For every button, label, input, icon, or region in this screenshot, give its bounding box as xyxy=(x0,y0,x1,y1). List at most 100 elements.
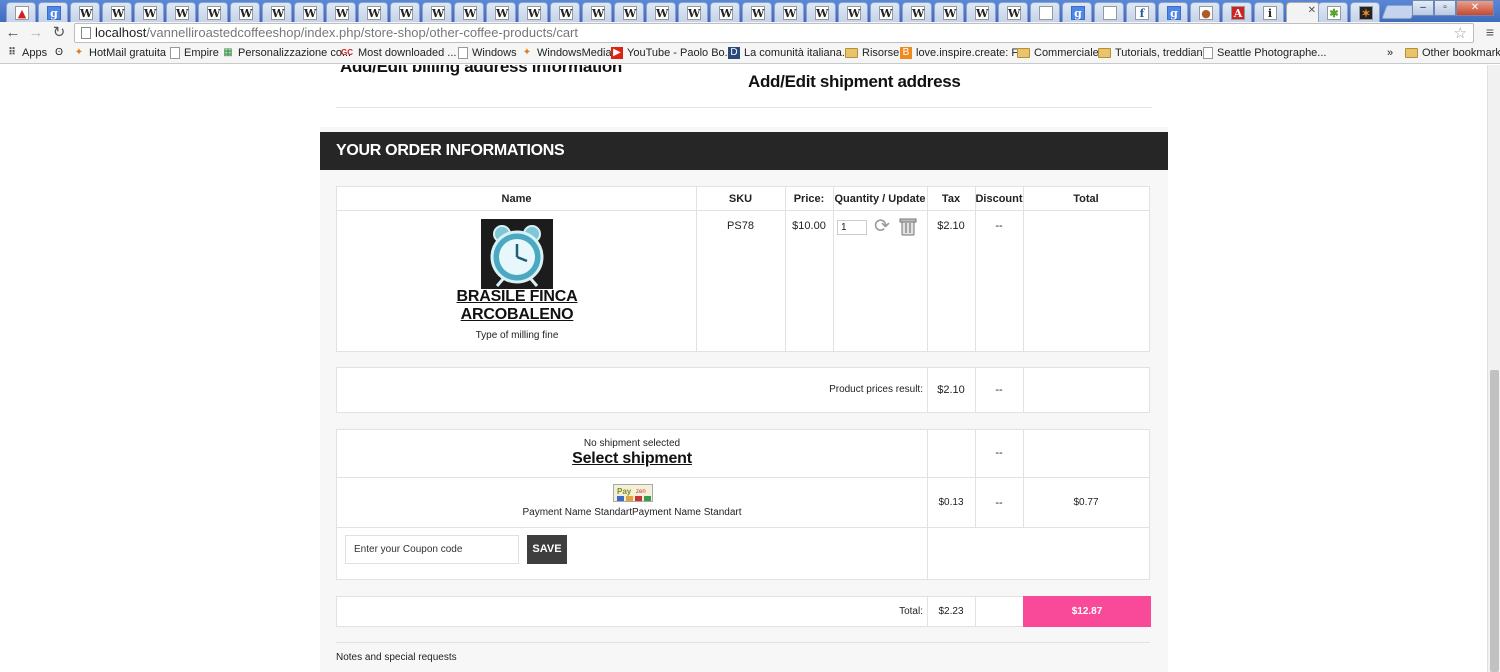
browser-tab[interactable]: W xyxy=(678,2,708,22)
bookmark-item[interactable]: ⠿ Apps xyxy=(6,47,47,59)
G-favicon-icon: g xyxy=(1071,6,1085,20)
browser-tab[interactable]: ● xyxy=(1190,2,1220,22)
bookmark-label: Tutorials, treddiani xyxy=(1115,47,1206,59)
back-arrow-icon[interactable]: ← xyxy=(4,24,22,42)
browser-tab[interactable]: W xyxy=(934,2,964,22)
bookmark-item[interactable]: ʘ xyxy=(53,47,69,59)
browser-tab[interactable]: W xyxy=(550,2,580,22)
browser-tab[interactable]: ✶ xyxy=(1350,2,1380,22)
browser-tab[interactable]: W xyxy=(614,2,644,22)
browser-tab[interactable]: g xyxy=(38,2,68,22)
browser-tab[interactable]: W xyxy=(134,2,164,22)
browser-tab[interactable]: W xyxy=(486,2,516,22)
bookmark-item[interactable]: Windows xyxy=(458,47,517,59)
browser-tab[interactable]: W xyxy=(102,2,132,22)
reload-icon[interactable]: ↻ xyxy=(50,24,68,42)
browser-tab[interactable] xyxy=(1030,2,1060,22)
W-favicon-icon: W xyxy=(687,6,701,20)
bookmark-item[interactable]: ▦ Personalizzazione co... xyxy=(222,47,351,59)
browser-tab[interactable]: g xyxy=(1158,2,1188,22)
divider xyxy=(1023,430,1024,527)
browser-tab[interactable]: W xyxy=(166,2,196,22)
browser-tab[interactable]: A xyxy=(1222,2,1252,22)
W-favicon-icon: W xyxy=(335,6,349,20)
scrollbar-thumb[interactable] xyxy=(1490,370,1499,672)
maximize-button[interactable]: ▫ xyxy=(1434,0,1456,16)
browser-tab[interactable]: W xyxy=(838,2,868,22)
grand-total: $12.87 xyxy=(1023,596,1151,627)
G-favicon-icon: g xyxy=(1167,6,1181,20)
divider xyxy=(927,430,928,527)
wm-icon: ✦ xyxy=(522,47,532,58)
browser-tab[interactable]: W xyxy=(774,2,804,22)
col-header-total: Total xyxy=(1073,193,1099,205)
divider xyxy=(337,210,1149,211)
browser-tab[interactable]: W xyxy=(518,2,548,22)
browser-tab[interactable]: W xyxy=(390,2,420,22)
tab-close-icon[interactable]: ✕ xyxy=(1308,5,1316,16)
coupon-input[interactable]: Enter your Coupon code xyxy=(345,535,519,564)
refresh-icon[interactable]: ⟳ xyxy=(874,217,890,237)
browser-tab[interactable]: W xyxy=(230,2,260,22)
page-favicon-icon xyxy=(1039,6,1053,20)
other-bookmarks[interactable]: Other bookmarks xyxy=(1405,47,1500,59)
bookmark-item[interactable]: ✦ WindowsMedia xyxy=(521,47,612,59)
browser-tab[interactable]: W xyxy=(326,2,356,22)
bookmark-item[interactable]: Empire xyxy=(170,47,219,59)
bookmark-item[interactable]: GC Most downloaded ... xyxy=(340,47,456,59)
browser-tab[interactable]: W xyxy=(358,2,388,22)
product-image[interactable] xyxy=(481,219,553,289)
bookmark-item[interactable]: Risorse xyxy=(845,47,899,59)
bookmark-item[interactable]: D La comunità italiana... xyxy=(728,47,851,59)
page-icon xyxy=(458,47,468,59)
browser-tab[interactable]: ✱ xyxy=(1318,2,1348,22)
forward-arrow-icon[interactable]: → xyxy=(27,24,45,42)
billing-address-link[interactable]: Add/Edit billing address information xyxy=(340,65,622,77)
chrome-menu-icon[interactable]: ≡ xyxy=(1486,24,1494,40)
cart-content: Add/Edit billing address information Add… xyxy=(320,65,1168,672)
browser-tab[interactable]: W xyxy=(198,2,228,22)
tab-strip: – ▫ ✕ ▲ g W W W W W W W W W W W W W W W W W W W W W W W W W W W W W Wg f… xyxy=(0,0,1500,23)
product-name-link[interactable]: BRASILE FINCA ARCOBALENO xyxy=(407,288,627,324)
browser-tab[interactable]: i xyxy=(1254,2,1284,22)
browser-tab[interactable]: W xyxy=(902,2,932,22)
bookmarks-overflow[interactable]: » xyxy=(1387,47,1393,59)
browser-tab[interactable]: W xyxy=(870,2,900,22)
browser-tab-active[interactable]: ✕ xyxy=(1286,2,1320,23)
browser-tab[interactable]: W xyxy=(422,2,452,22)
browser-tab[interactable]: W xyxy=(262,2,292,22)
bookmark-item[interactable]: Blove.inspire.create: F... xyxy=(900,47,1026,59)
bookmark-item[interactable]: Seattle Photographe... xyxy=(1203,47,1326,59)
col-header-name: Name xyxy=(501,193,532,205)
browser-tab[interactable]: W xyxy=(646,2,676,22)
browser-tab[interactable] xyxy=(1094,2,1124,22)
bookmark-item[interactable]: ▶ YouTube - Paolo Bo... xyxy=(611,47,734,59)
browser-tab[interactable]: W xyxy=(582,2,612,22)
browser-tab[interactable]: ▲ xyxy=(6,2,36,22)
browser-tab[interactable]: W xyxy=(998,2,1028,22)
bookmark-label: Most downloaded ... xyxy=(358,47,457,59)
browser-tab[interactable]: W xyxy=(294,2,324,22)
quantity-input[interactable]: 1 xyxy=(837,220,867,235)
browser-tab[interactable]: g xyxy=(1062,2,1092,22)
browser-tab[interactable]: W xyxy=(806,2,836,22)
bookmark-star-icon[interactable]: ☆ xyxy=(1454,24,1467,42)
minimize-button[interactable]: – xyxy=(1412,0,1434,16)
page-scrollbar[interactable] xyxy=(1487,65,1500,672)
browser-tab[interactable]: f xyxy=(1126,2,1156,22)
shipment-address-link[interactable]: Add/Edit shipment address xyxy=(748,72,961,92)
browser-tab[interactable]: W xyxy=(70,2,100,22)
browser-tab[interactable]: W xyxy=(710,2,740,22)
bookmark-item[interactable]: ✦ HotMail gratuita xyxy=(73,47,166,59)
browser-tab[interactable]: W xyxy=(966,2,996,22)
browser-tab[interactable]: W xyxy=(454,2,484,22)
window-close-button[interactable]: ✕ xyxy=(1456,0,1494,16)
W-favicon-icon: W xyxy=(527,6,541,20)
bookmark-item[interactable]: Commerciale xyxy=(1017,47,1099,59)
address-bar[interactable]: localhost/vannelliroastedcoffeeshop/inde… xyxy=(74,23,1474,43)
bookmark-item[interactable]: Tutorials, treddiani xyxy=(1098,47,1205,59)
browser-tab[interactable]: W xyxy=(742,2,772,22)
save-coupon-button[interactable]: SAVE xyxy=(527,535,567,564)
trash-icon[interactable] xyxy=(899,217,917,236)
select-shipment-link[interactable]: Select shipment xyxy=(437,450,827,468)
